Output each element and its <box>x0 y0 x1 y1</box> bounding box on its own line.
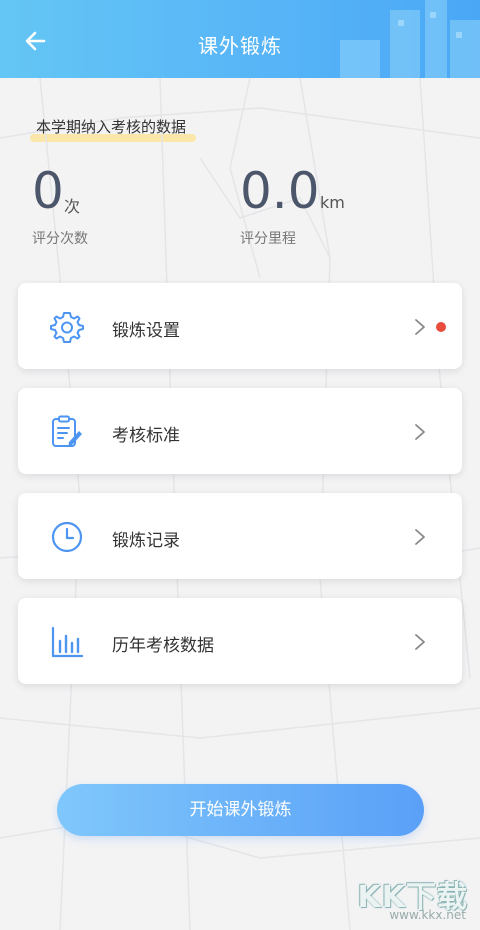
menu-item-label: 历年考核数据 <box>112 636 214 656</box>
count-value: 0 <box>32 162 64 220</box>
watermark-url: www.kkx.net <box>389 908 466 922</box>
chevron-right-icon <box>415 529 425 545</box>
menu-item-historical-data[interactable]: 历年考核数据 <box>18 598 462 684</box>
menu-item-label: 锻炼记录 <box>112 531 180 551</box>
document-edit-icon <box>52 415 82 447</box>
chevron-right-icon <box>415 319 425 335</box>
start-exercise-button[interactable]: 开始课外锻炼 <box>57 784 424 836</box>
bar-chart-icon <box>51 626 84 658</box>
gear-icon <box>50 312 84 343</box>
clock-icon <box>51 521 83 553</box>
distance-label: 评分里程 <box>240 231 296 247</box>
menu-item-label: 考核标准 <box>112 426 180 446</box>
menu-item-exercise-records[interactable]: 锻炼记录 <box>18 493 462 579</box>
menu-item-exercise-settings[interactable]: 锻炼设置 <box>18 283 462 369</box>
notification-dot <box>436 322 446 332</box>
count-label: 评分次数 <box>32 231 88 247</box>
menu-item-assessment-standard[interactable]: 考核标准 <box>18 388 462 474</box>
page-title: 课外锻炼 <box>198 34 282 58</box>
stats-caption-text: 本学期纳入考核的数据 <box>36 118 187 136</box>
chevron-right-icon <box>415 424 425 440</box>
count-unit: 次 <box>64 197 81 216</box>
watermark: KK下载 www.kkx.net <box>348 872 468 924</box>
stats-caption: 本学期纳入考核的数据 <box>30 116 197 142</box>
distance-value: 0.0 <box>240 162 320 220</box>
chevron-right-icon <box>415 634 425 650</box>
menu-item-label: 锻炼设置 <box>112 321 180 341</box>
distance-unit: km <box>320 193 345 212</box>
header-bar: 课外锻炼 <box>0 0 480 78</box>
